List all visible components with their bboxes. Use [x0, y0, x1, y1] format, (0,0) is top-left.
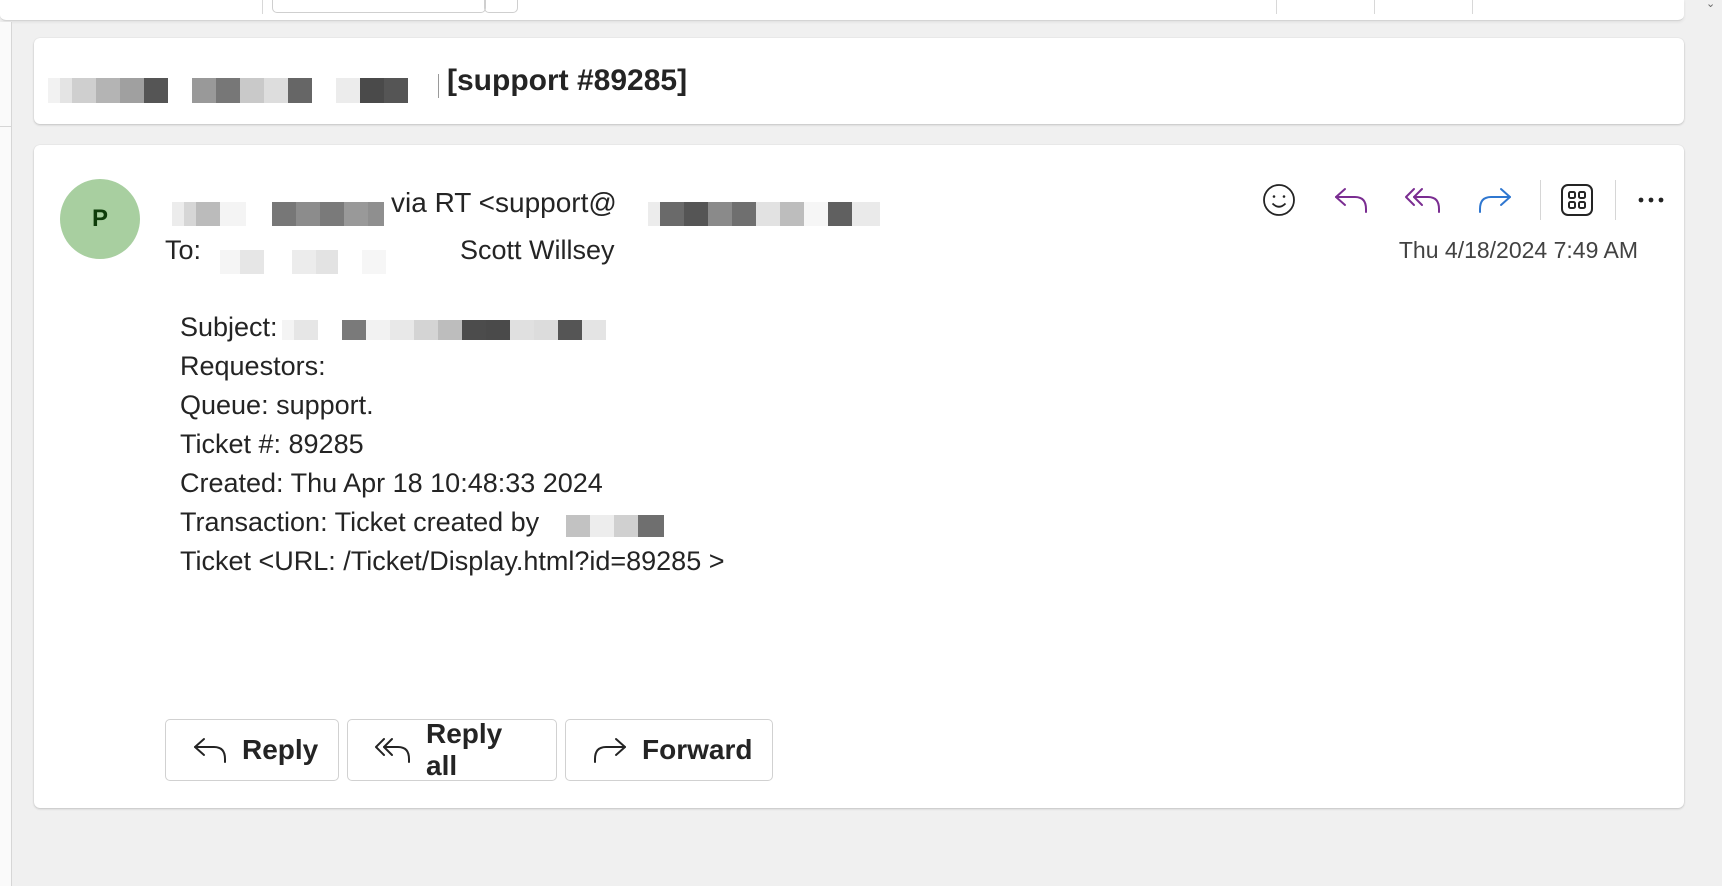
toolbar-divider	[1276, 0, 1277, 14]
left-pane-edge	[0, 22, 12, 886]
body-subject-label: Subject:	[180, 312, 278, 342]
subject-divider	[438, 74, 439, 98]
body-transaction-line: Transaction: Ticket created by	[180, 503, 724, 542]
reply-all-button[interactable]: Reply all	[347, 718, 557, 781]
reply-all-icon	[375, 738, 410, 763]
to-label: To:	[165, 235, 202, 265]
more-icon[interactable]	[1626, 175, 1676, 225]
forward-button-label: Forward	[642, 734, 753, 765]
reply-icon	[194, 738, 226, 763]
subject-title: [support #89285]	[447, 64, 688, 97]
toolbar-search-box[interactable]	[272, 0, 486, 13]
redacted-sender-name	[172, 202, 384, 226]
reply-all-icon[interactable]	[1398, 175, 1448, 225]
redacted-creator	[566, 515, 664, 537]
toolbar-divider	[1374, 0, 1375, 14]
body-ticket-url[interactable]: Ticket <URL: /Ticket/Display.html?id=892…	[180, 542, 724, 581]
reply-button-label: Reply	[242, 734, 319, 765]
toolbar-dropdown-button[interactable]	[484, 0, 518, 13]
actions-divider	[1615, 180, 1616, 220]
reply-icon[interactable]	[1326, 175, 1376, 225]
recipient-line: To:	[165, 233, 201, 267]
message-body: Subject: Requestors: Queue: support. Tic…	[180, 308, 724, 581]
sender-avatar[interactable]: P	[60, 179, 140, 259]
message-card: P via RT <support@ To: Scott Willsey Thu…	[34, 145, 1684, 808]
toolbar-divider	[1472, 0, 1473, 14]
body-created: Created: Thu Apr 18 10:48:33 2024	[180, 468, 603, 498]
redacted-sender-email	[648, 202, 880, 226]
toolbar-divider	[262, 0, 263, 14]
apps-icon[interactable]	[1552, 175, 1602, 225]
redacted-recipient	[220, 250, 430, 274]
redacted-subject-text	[48, 78, 416, 103]
actions-divider	[1540, 180, 1541, 220]
body-transaction: Transaction: Ticket created by	[180, 507, 540, 537]
top-toolbar	[0, 0, 1684, 21]
body-requestors: Requestors:	[180, 351, 326, 381]
forward-icon	[594, 738, 626, 763]
body-queue: Queue: support.	[180, 390, 374, 420]
forward-button[interactable]: Forward	[565, 719, 773, 781]
subject-header: [support #89285]	[34, 38, 1684, 124]
redacted-body-subject	[282, 320, 612, 340]
recipient-name[interactable]: Scott Willsey	[460, 233, 615, 267]
sender-line[interactable]: via RT <support@	[391, 185, 617, 221]
emoji-icon[interactable]	[1254, 175, 1304, 225]
body-subject-line: Subject:	[180, 308, 724, 347]
reply-all-button-label: Reply all	[426, 718, 503, 781]
reply-button[interactable]: Reply	[165, 719, 339, 781]
forward-icon[interactable]	[1470, 175, 1520, 225]
message-date: Thu 4/18/2024 7:49 AM	[1398, 237, 1638, 263]
body-ticket-number: Ticket #: 89285	[180, 429, 364, 459]
chevron-down-icon[interactable]: ⌄	[1706, 0, 1718, 10]
